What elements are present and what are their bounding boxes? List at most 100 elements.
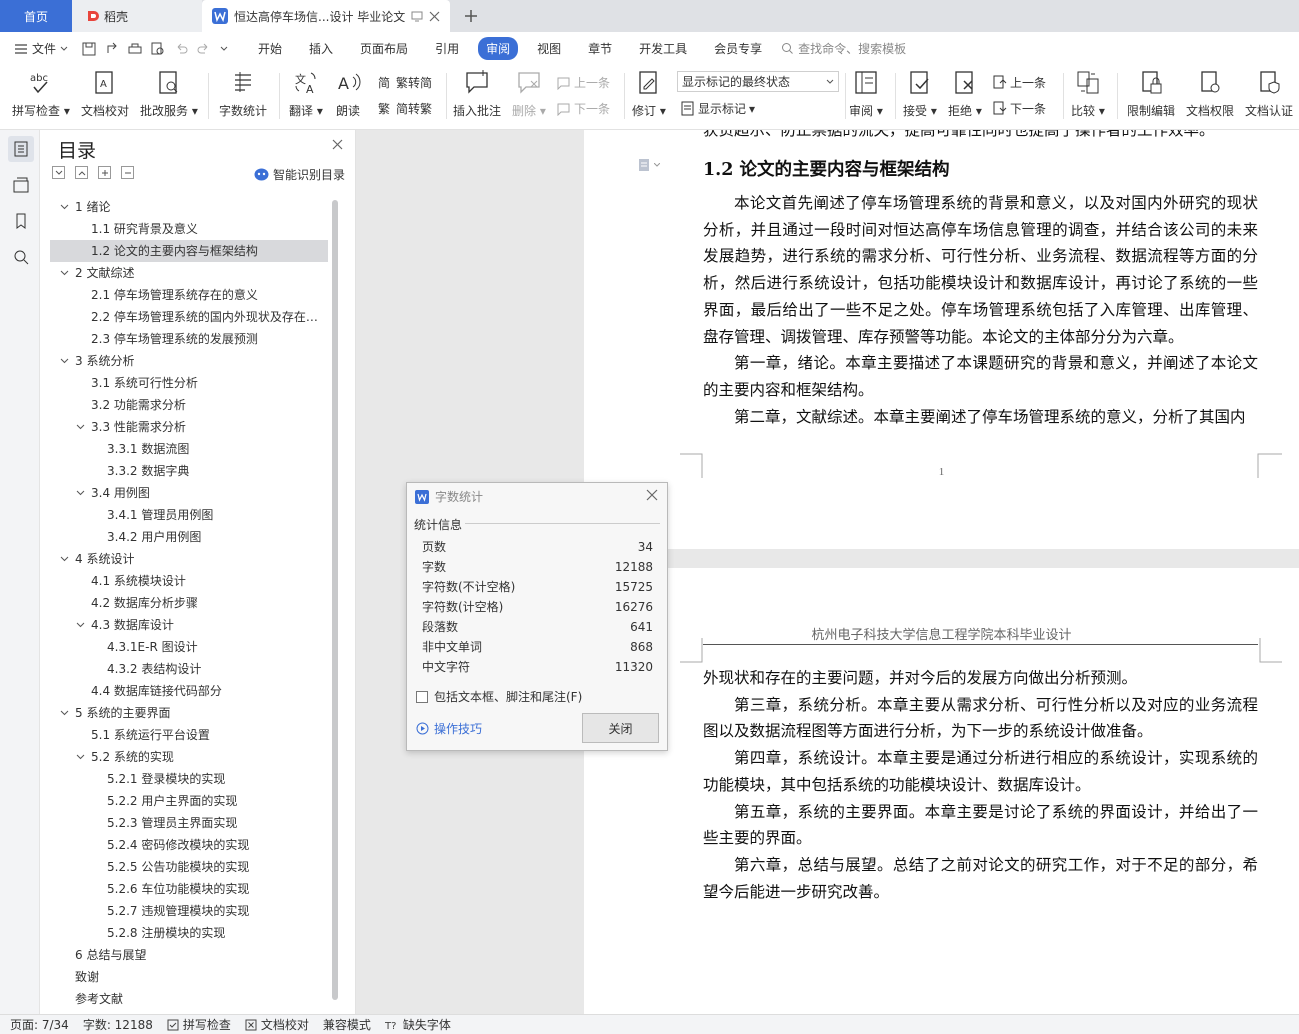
toc-item[interactable]: 5.2.3 管理员主界面实现	[50, 812, 328, 834]
chevron-down-icon[interactable]	[60, 710, 69, 716]
toc-item[interactable]: 3.4 用例图	[50, 482, 328, 504]
toc-item[interactable]: 2.3 停车场管理系统的发展预测	[50, 328, 328, 350]
tab-daoke[interactable]: 稻壳	[72, 0, 202, 32]
new-tab-button[interactable]	[460, 5, 482, 27]
toc-item[interactable]: 4 系统设计	[50, 548, 328, 570]
tips-link[interactable]: 操作技巧	[416, 720, 482, 737]
toc-item[interactable]: 参考文献	[50, 988, 328, 1010]
toc-item[interactable]: 6 总结与展望	[50, 944, 328, 966]
missing-font-status[interactable]: T? 缺失字体	[385, 1016, 451, 1033]
close-icon[interactable]	[646, 489, 658, 501]
collapse-all-icon[interactable]	[75, 166, 88, 179]
toc-item[interactable]: 4.3.1E-R 图设计	[50, 636, 328, 658]
toc-item[interactable]: 5.2.5 公告功能模块的实现	[50, 856, 328, 878]
review-pane-button[interactable]: 审阅 ▾	[849, 69, 883, 119]
menu-tab-insert[interactable]: 插入	[301, 37, 341, 60]
include-textbox-checkbox[interactable]: 包括文本框、脚注和尾注(F)	[416, 688, 582, 705]
toc-item[interactable]: 2.1 停车场管理系统存在的意义	[50, 284, 328, 306]
close-button[interactable]: 关闭	[582, 713, 659, 743]
remove-item-icon[interactable]	[121, 166, 134, 179]
chevron-down-icon[interactable]	[60, 358, 69, 364]
toc-item[interactable]: 5.2.6 车位功能模块的实现	[50, 878, 328, 900]
toc-item[interactable]: 5.2.7 违规管理模块的实现	[50, 900, 328, 922]
toc-item[interactable]: 4.3 数据库设计	[50, 614, 328, 636]
monitor-icon[interactable]	[411, 10, 423, 22]
add-item-icon[interactable]	[98, 166, 111, 179]
prev-comment-button[interactable]: 上一条	[556, 74, 610, 91]
expand-all-icon[interactable]	[52, 166, 65, 179]
batch-service-button[interactable]: 批改服务 ▾	[140, 69, 198, 119]
more-chevron-icon[interactable]	[220, 46, 228, 52]
toc-item[interactable]: 3.1 系统可行性分析	[50, 372, 328, 394]
toc-item[interactable]: 3 系统分析	[50, 350, 328, 372]
toc-item[interactable]: 致谢	[50, 966, 328, 988]
toc-item[interactable]: 2.2 停车场管理系统的国内外现状及存在问题	[50, 306, 328, 328]
menu-tab-developer[interactable]: 开发工具	[631, 37, 695, 60]
toc-item[interactable]: 1.2 论文的主要内容与框架结构	[50, 240, 328, 262]
toc-item[interactable]: 5.1 系统运行平台设置	[50, 724, 328, 746]
menu-tab-view[interactable]: 视图	[529, 37, 569, 60]
restrict-edit-button[interactable]: 限制编辑	[1127, 69, 1175, 119]
doc-proof-button[interactable]: A 文档校对	[81, 69, 129, 119]
menu-tab-start[interactable]: 开始	[250, 37, 290, 60]
chevron-down-icon[interactable]	[76, 424, 85, 430]
bookmark-nav-button[interactable]	[8, 208, 34, 234]
toc-item[interactable]: 5.2 系统的实现	[50, 746, 328, 768]
toc-item[interactable]: 1.1 研究背景及意义	[50, 218, 328, 240]
toc-item[interactable]: 3.3.2 数据字典	[50, 460, 328, 482]
toc-item[interactable]: 2 文献综述	[50, 262, 328, 284]
proof-status[interactable]: 文档校对	[245, 1016, 309, 1033]
chevron-down-icon[interactable]	[60, 270, 69, 276]
simp-to-trad-button[interactable]: 繁 简转繁	[378, 100, 432, 117]
toc-item[interactable]: 5.2.4 密码修改模块的实现	[50, 834, 328, 856]
chapter-nav-button[interactable]	[8, 172, 34, 198]
delete-comment-button[interactable]: 删除 ▾	[512, 69, 546, 119]
chevron-down-icon[interactable]	[76, 622, 85, 628]
chevron-down-icon[interactable]	[60, 556, 69, 562]
close-icon[interactable]	[332, 139, 343, 150]
trad-to-simp-button[interactable]: 简 繁转简	[378, 74, 432, 91]
next-comment-button[interactable]: 下一条	[556, 100, 610, 117]
page-indicator[interactable]: 页面: 7/34	[10, 1016, 69, 1033]
translate-button[interactable]: 文A 翻译 ▾	[289, 69, 323, 119]
toc-scrollbar[interactable]	[332, 200, 338, 1000]
export-icon[interactable]	[105, 42, 119, 56]
toc-item[interactable]: 4.3.2 表结构设计	[50, 658, 328, 680]
redo-icon[interactable]	[197, 42, 211, 56]
toc-item[interactable]: 3.2 功能需求分析	[50, 394, 328, 416]
chevron-down-icon[interactable]	[76, 490, 85, 496]
checkbox-box[interactable]	[416, 690, 428, 703]
command-search[interactable]: 查找命令、搜索模板	[781, 40, 906, 57]
toc-item[interactable]: 1 绪论	[50, 196, 328, 218]
toc-item[interactable]: 3.4.1 管理员用例图	[50, 504, 328, 526]
doc-cert-button[interactable]: 文档认证	[1245, 69, 1293, 119]
smart-toc-button[interactable]: 智能识别目录	[254, 166, 345, 183]
revise-button[interactable]: 修订 ▾	[632, 69, 666, 119]
show-markup-button[interactable]: 显示标记 ▾	[680, 100, 755, 117]
toc-item[interactable]: 5.2.8 注册模块的实现	[50, 922, 328, 944]
chevron-down-icon[interactable]	[76, 754, 85, 760]
toc-item[interactable]: 3.3 性能需求分析	[50, 416, 328, 438]
word-count-button[interactable]: 字数统计	[219, 69, 267, 119]
toc-nav-button[interactable]	[8, 136, 34, 162]
markup-state-select[interactable]: 显示标记的最终状态	[677, 71, 839, 92]
menu-tab-section[interactable]: 章节	[580, 37, 620, 60]
chevron-down-icon[interactable]	[60, 204, 69, 210]
prev-revision-button[interactable]: 上一条	[992, 74, 1046, 91]
toc-item[interactable]: 5 系统的主要界面	[50, 702, 328, 724]
tab-home[interactable]: 首页	[0, 0, 72, 32]
toc-item[interactable]: 5.2.1 登录模块的实现	[50, 768, 328, 790]
print-icon[interactable]	[128, 42, 142, 56]
compat-mode-status[interactable]: 兼容模式	[323, 1016, 371, 1033]
menu-tab-references[interactable]: 引用	[427, 37, 467, 60]
print-preview-icon[interactable]	[151, 42, 165, 56]
word-count-indicator[interactable]: 字数: 12188	[83, 1016, 153, 1033]
insert-comment-button[interactable]: 插入批注	[453, 69, 501, 119]
file-menu[interactable]: 文件	[14, 40, 68, 57]
menu-tab-review[interactable]: 审阅	[478, 37, 519, 60]
find-nav-button[interactable]	[8, 244, 34, 270]
tab-document[interactable]: 恒达高停车场信...设计 毕业论文	[202, 0, 450, 32]
doc-permission-button[interactable]: 文档权限	[1186, 69, 1234, 119]
read-aloud-button[interactable]: A 朗读	[334, 69, 362, 119]
toc-item[interactable]: 3.3.1 数据流图	[50, 438, 328, 460]
